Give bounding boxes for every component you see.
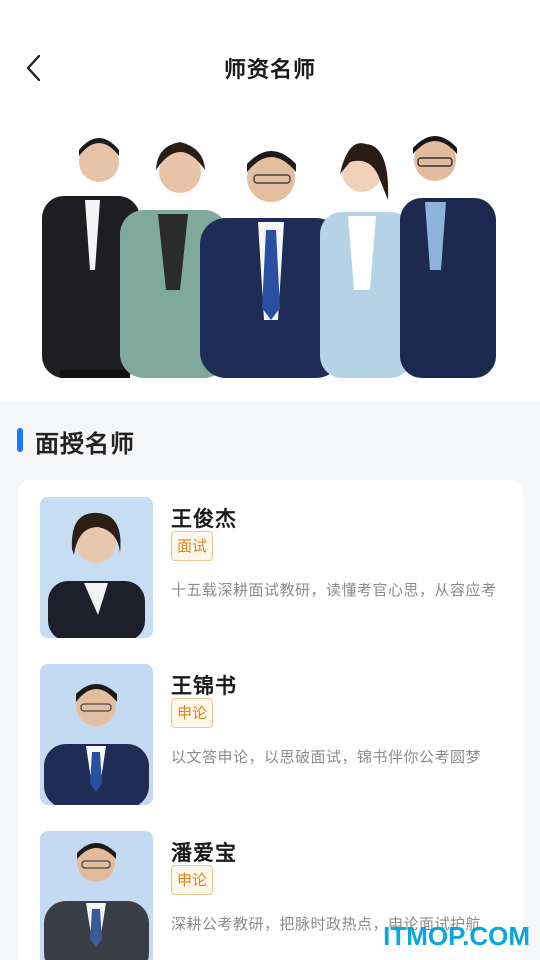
- page-title: 师资名师: [223, 58, 316, 83]
- section-accent-bar: [17, 428, 23, 452]
- teacher-subject-badge: 申论: [171, 698, 214, 728]
- teacher-photo: [40, 831, 153, 960]
- teacher-name: 王锦书: [171, 674, 237, 698]
- teacher-name: 潘爱宝: [171, 841, 237, 865]
- teacher-description: 以文答申论，以思破面试，锦书伴你公考圆梦: [171, 748, 482, 766]
- section-title: 面授名师: [35, 430, 135, 458]
- teacher-item[interactable]: 王俊杰 面试 十五载深耕面试教研，读懂考官心思，从容应考: [40, 497, 510, 639]
- teacher-item[interactable]: 王锦书 申论 以文答申论，以思破面试，锦书伴你公考圆梦: [40, 664, 510, 806]
- teacher-list-card: 王俊杰 面试 十五载深耕面试教研，读懂考官心思，从容应考 王锦书 申论 以文答申…: [18, 480, 523, 960]
- teacher-subject-badge: 申论: [171, 865, 214, 895]
- teacher-subject-badge: 面试: [171, 531, 214, 561]
- teachers-banner-image: [0, 120, 540, 402]
- teacher-photo: [40, 497, 153, 638]
- banner-person-5: [400, 136, 496, 378]
- teacher-name: 王俊杰: [171, 507, 237, 531]
- teacher-description: 十五载深耕面试教研，读懂考官心思，从容应考: [171, 581, 497, 599]
- section-header: 面授名师: [0, 402, 540, 480]
- watermark-logo: ITMOP.COM: [383, 921, 530, 951]
- teacher-photo: [40, 664, 153, 805]
- top-bar: 师资名师: [0, 0, 540, 120]
- banner-person-4: [320, 143, 412, 378]
